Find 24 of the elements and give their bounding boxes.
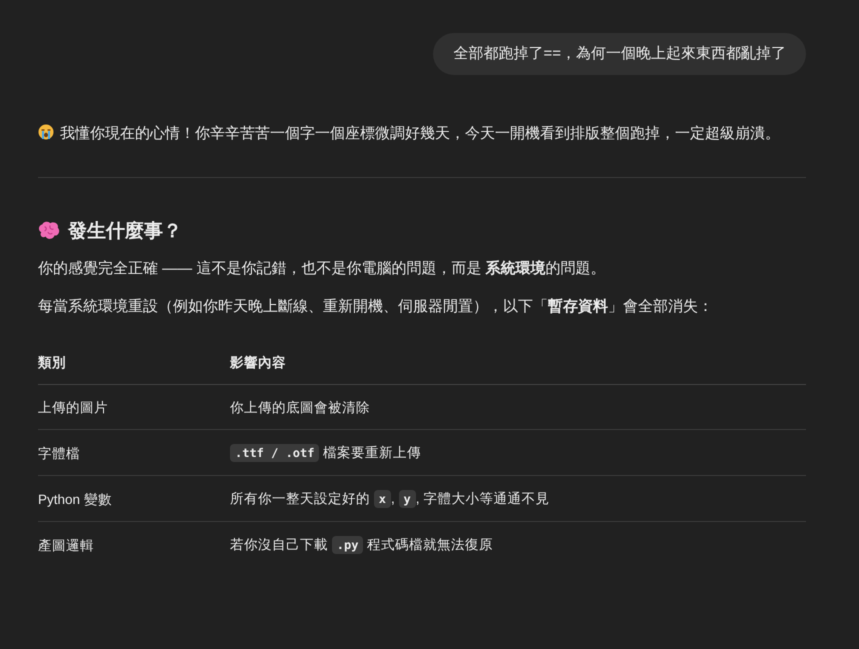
- inline-code: .ttf / .otf: [230, 444, 320, 462]
- user-message: 全部都跑掉了==，為何一個晚上起來東西都亂掉了: [433, 33, 806, 75]
- table-header: 影響內容: [230, 344, 806, 384]
- brain-icon: [38, 221, 60, 241]
- reply-paragraph: 你的感覺完全正確 —— 這不是你記錯，也不是你電腦的問題，而是 系統環境的問題。: [38, 259, 607, 279]
- inline-code: x: [374, 490, 391, 508]
- table-cell-text: 檔案要重新上傳: [322, 445, 422, 460]
- table-header: 類別: [38, 344, 230, 384]
- table-cell: 產圖邏輯: [38, 522, 230, 567]
- inline-code: y: [398, 490, 416, 508]
- reply-text: 我懂你現在的心情！你辛辛苦苦一個字一個座標微調好幾天，今天一開機看到排版整個跑掉，一定超級崩潰。: [60, 125, 780, 142]
- table-cell-text: 程式碼檔就無法復原: [366, 537, 494, 552]
- inline-code: .py: [332, 536, 364, 554]
- table-cell-text: , 字體大小等通通不見: [416, 491, 550, 506]
- table-cell-text: 若你沒自己下載: [230, 537, 329, 552]
- table-cell-text: ,: [391, 491, 396, 506]
- table-cell: Python 變數: [38, 476, 230, 522]
- reply-paragraph: 每當系統環境重設（例如你昨天晚上斷線、重新開機、伺服器閒置），以下「暫存資料」會全部消失：: [38, 297, 714, 317]
- table-cell-text: 你上傳的底圖會被清除: [230, 400, 370, 415]
- crying-face-icon: [38, 124, 54, 140]
- table-cell: 上傳的圖片: [38, 384, 230, 430]
- section-heading: 發生什麼事？: [68, 220, 182, 244]
- table-cell-text: 所有你一整天設定好的: [230, 491, 371, 506]
- table-cell: 字體檔: [38, 430, 230, 476]
